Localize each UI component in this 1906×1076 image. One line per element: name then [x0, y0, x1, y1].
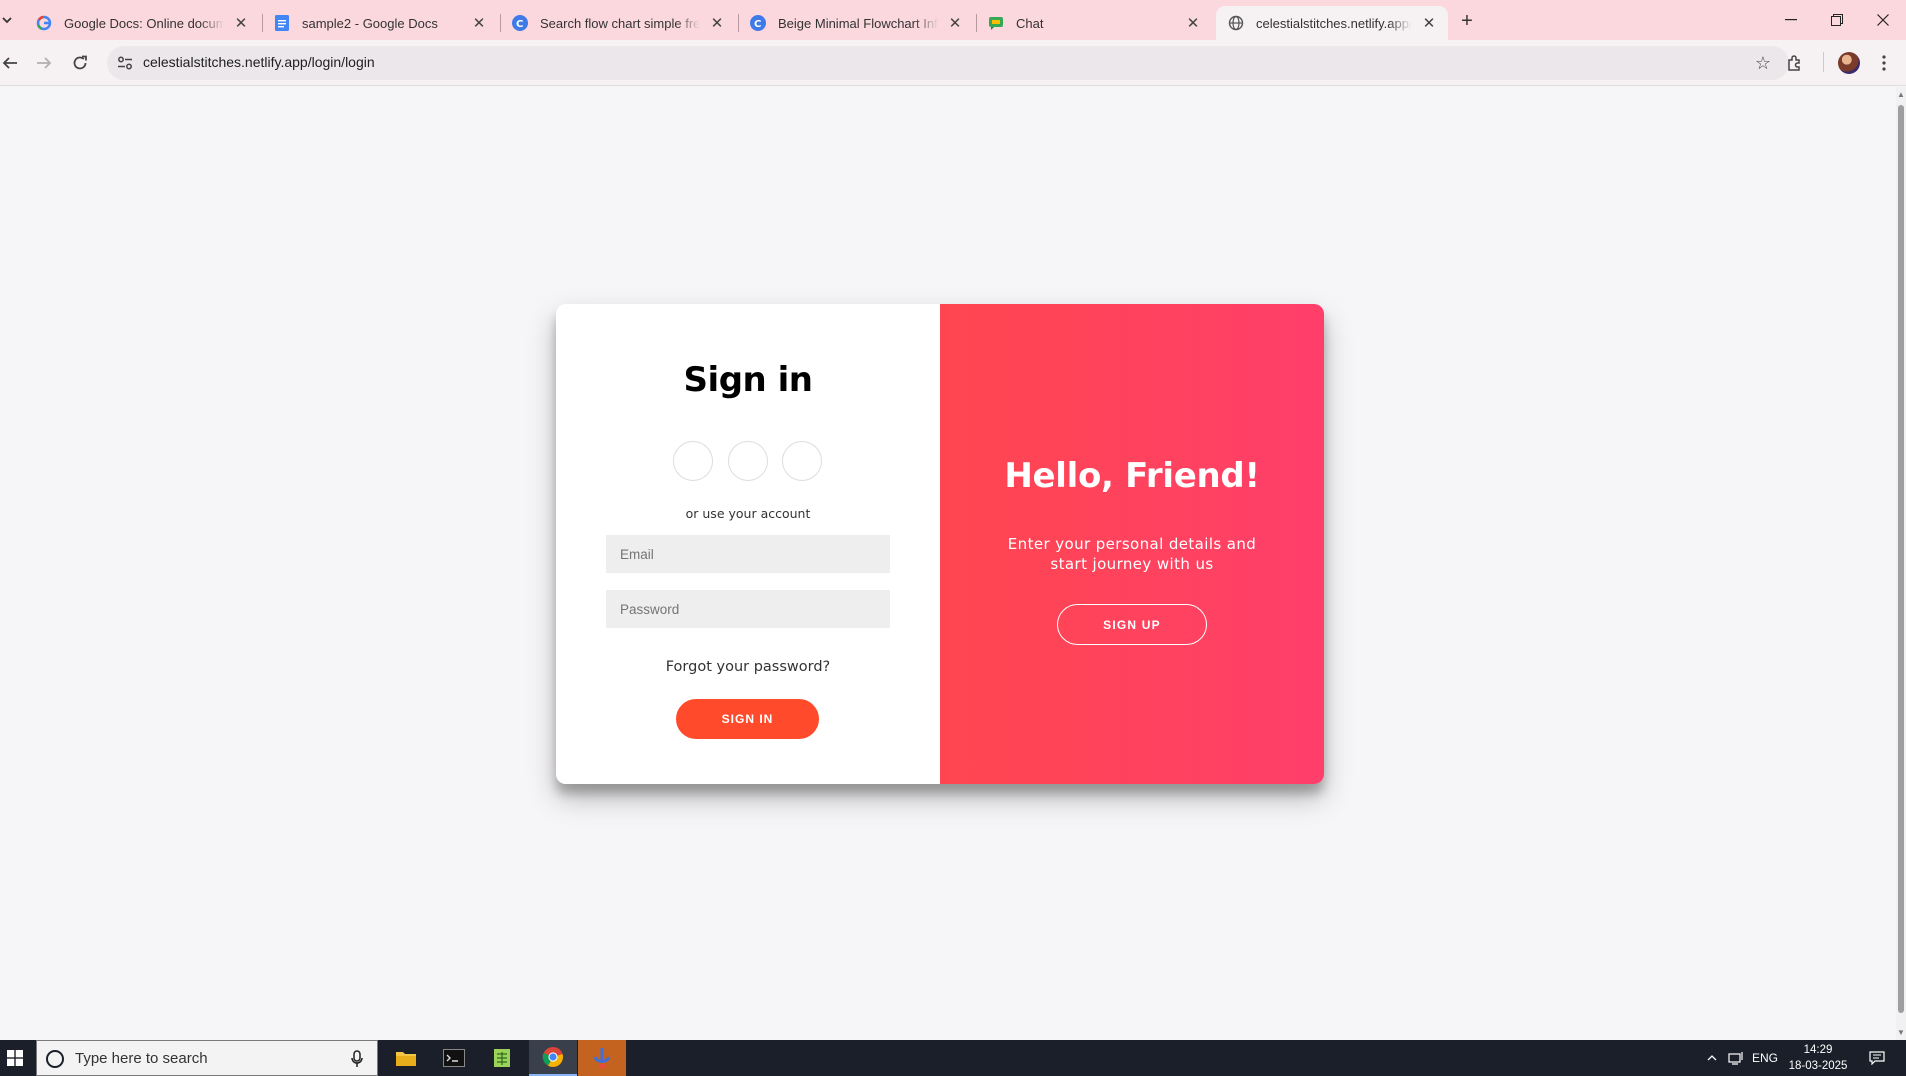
sign-in-button[interactable]: SIGN IN [676, 699, 819, 739]
minimize-icon[interactable] [1768, 0, 1814, 40]
tab-chat[interactable]: Chat ✕ [976, 6, 1212, 40]
google-chat-icon [988, 15, 1004, 31]
scroll-down-arrow-icon[interactable]: ▼ [1897, 1028, 1905, 1037]
more-menu-kebab-icon[interactable] [1870, 49, 1898, 77]
scrollbar-thumb[interactable] [1898, 105, 1904, 1013]
tab-title: sample2 - Google Docs [302, 15, 438, 31]
page-scrollbar[interactable]: ▲ ▼ [1896, 87, 1906, 1040]
terminal-icon[interactable] [430, 1040, 478, 1076]
bookmark-star-icon[interactable]: ☆ [1751, 51, 1775, 75]
file-explorer-icon[interactable] [382, 1040, 430, 1076]
social-login-button-3[interactable] [782, 441, 822, 481]
email-input[interactable] [606, 535, 890, 573]
svg-text:C: C [516, 19, 523, 30]
close-window-icon[interactable] [1860, 0, 1906, 40]
tab-celestialstitches[interactable]: celestialstitches.netlify.app/logi ✕ [1216, 6, 1448, 40]
tab-search-chevron-icon[interactable] [0, 8, 14, 32]
site-info-tune-icon[interactable] [115, 53, 135, 73]
clock-date: 18-03-2025 [1788, 1060, 1848, 1072]
toolbar-divider [1823, 52, 1824, 72]
tab-close-icon[interactable]: ✕ [470, 14, 488, 32]
google-g-icon [36, 15, 52, 31]
sign-up-button[interactable]: SIGN UP [1057, 604, 1207, 645]
svg-text:C: C [754, 19, 761, 30]
network-icon[interactable] [1724, 1040, 1748, 1076]
extensions-puzzle-icon[interactable] [1781, 49, 1809, 77]
tab-strip: Google Docs: Online document ✕ sample2 -… [0, 0, 1906, 40]
canva-icon: C [512, 15, 528, 31]
profile-avatar-icon[interactable] [1835, 49, 1863, 77]
tab-close-icon[interactable]: ✕ [1420, 14, 1438, 32]
spreadsheet-app-icon[interactable] [478, 1040, 526, 1076]
reload-icon[interactable] [66, 49, 94, 77]
social-login-button-2[interactable] [728, 441, 768, 481]
tab-close-icon[interactable]: ✕ [708, 14, 726, 32]
tab-title: Chat [1016, 15, 1044, 31]
social-login-button-1[interactable] [673, 441, 713, 481]
cortana-circle-icon [46, 1050, 64, 1068]
overlay-description: Enter your personal details and start jo… [1007, 535, 1257, 573]
sign-in-panel: Sign in or use your account Forgot your … [556, 304, 940, 784]
windows-start-icon[interactable] [0, 1040, 30, 1076]
tab-google-docs-home[interactable]: Google Docs: Online document ✕ [24, 6, 260, 40]
show-hidden-icons-chevron-icon[interactable] [1702, 1040, 1722, 1076]
notifications-icon[interactable] [1862, 1040, 1892, 1076]
tab-title: celestialstitches.netlify.app/logi [1256, 15, 1412, 31]
tab-close-icon[interactable]: ✕ [1184, 14, 1202, 32]
scroll-up-arrow-icon[interactable]: ▲ [1897, 90, 1905, 99]
tab-sample2-docs[interactable]: sample2 - Google Docs ✕ [262, 6, 498, 40]
canva-icon: C [750, 15, 766, 31]
clock-time: 14:29 [1803, 1044, 1833, 1056]
overlay-title: Hello, Friend! [1004, 456, 1260, 496]
windows-taskbar: Type here to search ENG 14:29 18-03-2025 [0, 1040, 1906, 1076]
chrome-icon[interactable] [529, 1040, 577, 1076]
taskbar-search-placeholder: Type here to search [75, 1050, 208, 1067]
url-text[interactable]: celestialstitches.netlify.app/login/logi… [143, 54, 375, 70]
login-card: Sign in or use your account Forgot your … [556, 304, 1324, 784]
sign-up-overlay-panel: Hello, Friend! Enter your personal detai… [940, 304, 1324, 784]
new-tab-plus-icon[interactable]: + [1454, 8, 1480, 34]
taskbar-clock[interactable]: 14:29 18-03-2025 [1780, 1042, 1856, 1074]
forgot-password-link[interactable]: Forgot your password? [556, 659, 940, 675]
globe-icon [1228, 15, 1244, 31]
taskbar-search-box[interactable]: Type here to search [36, 1040, 378, 1076]
tab-title: Beige Minimal Flowchart Infogra [778, 15, 938, 31]
alternate-login-text: or use your account [685, 506, 811, 521]
language-indicator[interactable]: ENG [1750, 1040, 1780, 1076]
forward-arrow-icon[interactable] [30, 49, 58, 77]
google-docs-icon [274, 15, 290, 31]
back-arrow-icon[interactable] [0, 49, 24, 77]
restore-icon[interactable] [1814, 0, 1860, 40]
password-input[interactable] [606, 590, 890, 628]
tab-title: Google Docs: Online document [64, 15, 224, 31]
address-bar[interactable]: celestialstitches.netlify.app/login/logi… [107, 46, 1789, 80]
tab-close-icon[interactable]: ✕ [232, 14, 250, 32]
sign-in-title: Sign in [683, 360, 813, 400]
microphone-icon[interactable] [347, 1049, 367, 1069]
tab-canva-flowchart[interactable]: C Beige Minimal Flowchart Infogra ✕ [738, 6, 974, 40]
tab-canva-search[interactable]: C Search flow chart simple free - C ✕ [500, 6, 736, 40]
tab-close-icon[interactable]: ✕ [946, 14, 964, 32]
pinned-app-icon[interactable] [578, 1040, 626, 1076]
browser-toolbar: celestialstitches.netlify.app/login/logi… [0, 40, 1906, 86]
tab-title: Search flow chart simple free - C [540, 15, 700, 31]
